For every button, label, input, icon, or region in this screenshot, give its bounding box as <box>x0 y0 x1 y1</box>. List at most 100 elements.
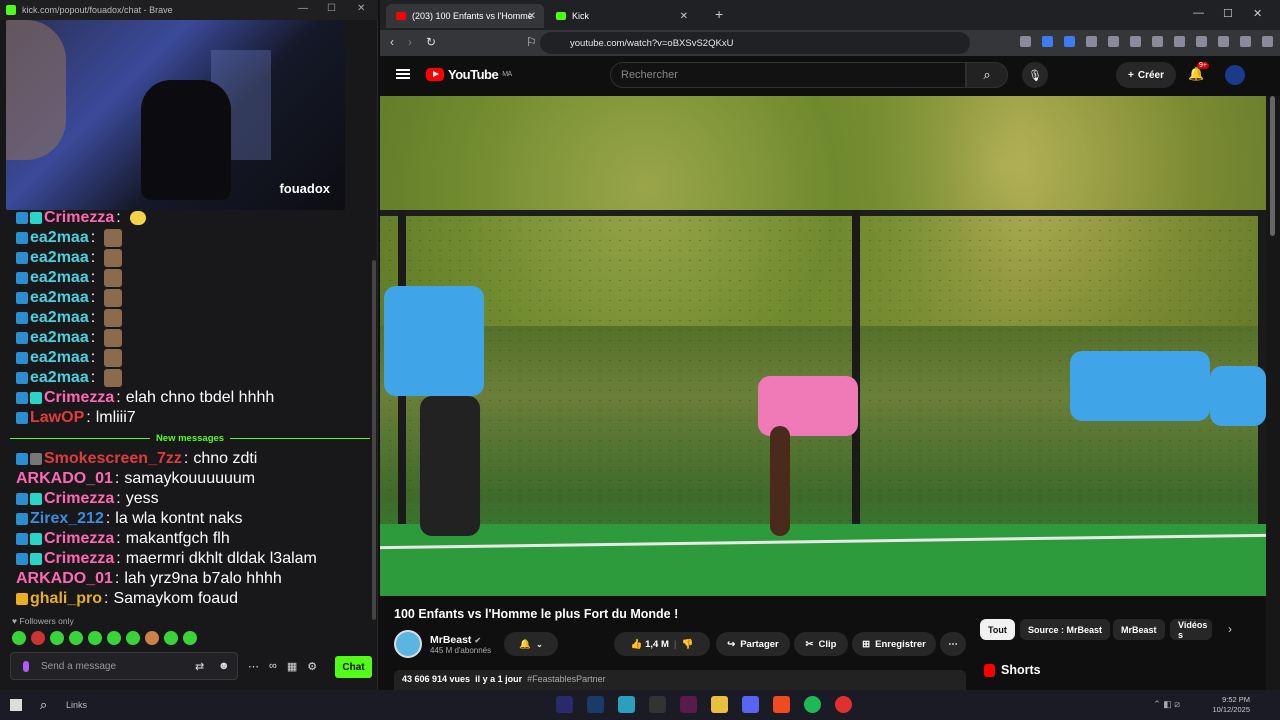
discord-icon[interactable] <box>742 696 759 713</box>
chat-username[interactable]: ea2maa <box>30 369 89 387</box>
channel-avatar[interactable] <box>394 630 422 658</box>
user-badge-icon <box>30 553 42 565</box>
dislike-icon[interactable]: 👎 <box>682 639 694 650</box>
channel-name[interactable]: MrBeast ✔ <box>430 634 491 646</box>
gear-icon[interactable]: ⚙ <box>307 660 317 673</box>
search-icon[interactable]: ⌕ <box>40 697 47 713</box>
brave-icon[interactable] <box>773 696 790 713</box>
app-icon[interactable] <box>680 696 697 713</box>
youtube-logo[interactable]: YouTube MA <box>426 67 512 82</box>
chat-message: ARKADO_01: lah yrz9na b7alo hhhh <box>16 570 282 588</box>
chat-username[interactable]: Crimezza <box>44 490 114 508</box>
chat-username[interactable]: Zirex_212 <box>30 510 104 528</box>
chat-scrollbar[interactable] <box>372 260 376 620</box>
notifications-icon[interactable]: 🔔 9+ <box>1188 62 1209 82</box>
back-icon[interactable]: ‹ <box>390 35 394 49</box>
user-badge-icon <box>16 312 28 324</box>
maximize-icon[interactable]: ☐ <box>1223 7 1233 20</box>
photoshop-icon[interactable] <box>587 696 604 713</box>
avatar[interactable] <box>1225 65 1245 85</box>
folder-icon[interactable] <box>711 696 728 713</box>
links-toolbar[interactable]: Links <box>66 700 87 710</box>
like-button[interactable]: 👍 1,4 M <box>631 639 669 650</box>
chat-username[interactable]: ARKADO_01 <box>16 570 113 588</box>
voice-search-icon[interactable]: 🎙 <box>1022 62 1048 88</box>
chips-next-icon[interactable]: › <box>1228 622 1232 636</box>
chat-username[interactable]: Smokescreen_7zz <box>44 450 182 468</box>
bookmark-icon[interactable]: ⚐ <box>526 35 537 49</box>
clock[interactable]: 9:52 PM 10/12/2025 <box>1212 695 1250 715</box>
emoji-icon[interactable]: ☻ <box>218 660 230 672</box>
search-input[interactable]: Rechercher <box>610 62 966 88</box>
chat-message-input[interactable]: Send a message ⇄ ☻ <box>10 652 238 680</box>
user-badge-icon <box>30 392 42 404</box>
chip-videos[interactable]: Vidéos s <box>1170 619 1212 640</box>
mic-icon[interactable] <box>23 661 29 672</box>
tab-close-icon[interactable]: ✕ <box>680 11 688 22</box>
create-button[interactable]: + Créer <box>1116 62 1176 88</box>
subscribed-bell-button[interactable]: 🔔 ⌄ <box>504 632 558 656</box>
minimize-icon[interactable]: — <box>298 3 308 14</box>
link-icon[interactable]: ∞ <box>269 660 277 673</box>
video-player[interactable] <box>380 96 1266 596</box>
search-icon[interactable]: ⌕ <box>966 62 1008 88</box>
new-tab-icon[interactable]: + <box>715 6 723 22</box>
windows-start-icon[interactable] <box>10 699 22 711</box>
chat-username[interactable]: Crimezza <box>44 389 114 407</box>
tab-close-icon[interactable]: ✕ <box>528 11 536 22</box>
translate-icon[interactable]: ⇄ <box>195 660 204 673</box>
reload-icon[interactable]: ↻ <box>426 35 436 49</box>
description-box[interactable]: 43 606 914 vues il y a 1 jour #Feastable… <box>394 670 966 690</box>
user-badge-icon <box>16 252 28 264</box>
settings-dots-icon[interactable]: ⋯ <box>248 660 259 673</box>
chat-username[interactable]: ea2maa <box>30 229 89 247</box>
quick-emote-row[interactable] <box>12 631 197 645</box>
forward-icon[interactable]: › <box>408 35 412 49</box>
channel-info[interactable]: MrBeast ✔ 445 M d'abonnés <box>394 630 491 658</box>
minimize-icon[interactable]: — <box>1193 7 1204 19</box>
tab-kick[interactable]: Kick ✕ <box>546 4 696 28</box>
clip-button[interactable]: ✂ Clip <box>794 632 848 656</box>
followers-only-notice: ♥ Followers only <box>12 616 74 626</box>
extensions-bar[interactable] <box>1020 36 1273 47</box>
maximize-icon[interactable]: ☐ <box>327 3 336 14</box>
chat-text: makantfgch flh <box>125 530 230 547</box>
close-icon[interactable]: ✕ <box>1253 7 1262 20</box>
chat-username[interactable]: ghali_pro <box>30 590 102 608</box>
chat-username[interactable]: ea2maa <box>30 309 89 327</box>
chat-username[interactable]: Crimezza <box>44 550 114 568</box>
kick-chat-window: kick.com/popout/fouadox/chat - Brave — ☐… <box>0 0 378 690</box>
chat-username[interactable]: ea2maa <box>30 269 89 287</box>
camera-icon[interactable] <box>649 696 666 713</box>
scissors-icon: ✂ <box>805 638 814 650</box>
app-icon[interactable] <box>618 696 635 713</box>
chat-send-button[interactable]: Chat <box>335 656 372 678</box>
chip-all[interactable]: Tout <box>980 619 1015 640</box>
tray-icons[interactable]: ⌃ ◧ ⧄ <box>1153 699 1180 710</box>
share-button[interactable]: ↪ Partager <box>716 632 790 656</box>
tab-youtube[interactable]: (203) 100 Enfants vs l'Homme ✕ <box>386 4 544 28</box>
page-scrollbar[interactable] <box>1266 96 1280 690</box>
youtube-header: YouTube MA Rechercher ⌕ 🎙 + Créer 🔔 9+ <box>380 56 1280 94</box>
chip-source[interactable]: Source : MrBeast <box>1020 619 1111 640</box>
chat-username[interactable]: ea2maa <box>30 329 89 347</box>
app-icon[interactable] <box>835 696 852 713</box>
chat-message: ea2maa: <box>16 268 123 288</box>
chat-username[interactable]: LawOP <box>30 409 84 427</box>
save-button[interactable]: ⊞ Enregistrer <box>852 632 936 656</box>
chat-text: yess <box>125 490 159 507</box>
spotify-icon[interactable] <box>804 696 821 713</box>
more-actions-icon[interactable]: ⋯ <box>940 632 966 656</box>
chat-username[interactable]: Crimezza <box>44 530 114 548</box>
premiere-icon[interactable] <box>556 696 573 713</box>
chat-username[interactable]: ARKADO_01 <box>16 470 113 488</box>
chat-username[interactable]: ea2maa <box>30 249 89 267</box>
chat-username[interactable]: Crimezza <box>44 209 114 227</box>
chat-username[interactable]: ea2maa <box>30 289 89 307</box>
gift-icon[interactable]: ▦ <box>287 660 297 673</box>
chat-username[interactable]: ea2maa <box>30 349 89 367</box>
menu-icon[interactable] <box>396 69 410 79</box>
chip-mrbeast[interactable]: MrBeast <box>1113 619 1165 640</box>
close-icon[interactable]: ✕ <box>357 3 365 14</box>
url-field[interactable]: youtube.com/watch?v=oBXSvS2QKxU <box>540 32 970 54</box>
